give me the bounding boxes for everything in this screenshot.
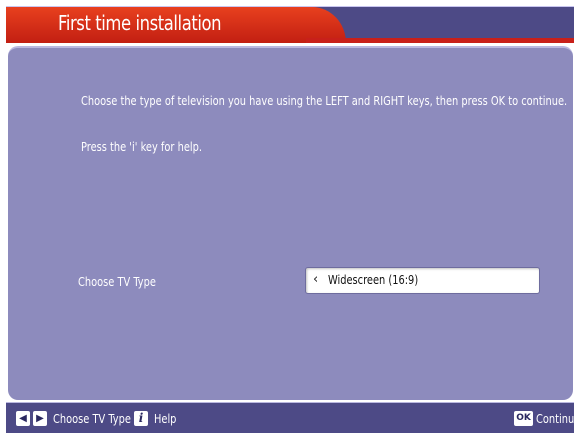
instruction-text: Choose the type of television you have u… (81, 94, 568, 108)
footer-choose-label: Choose TV Type (53, 412, 131, 426)
right-arrow-key-icon: ▶ (33, 411, 47, 426)
tv-type-selector[interactable]: ‹ Widescreen (16:9) (305, 267, 540, 294)
help-hint-text: Press the 'i' key for help. (81, 140, 202, 154)
footer-bar: ◀ ▶ Choose TV Type i Help OK Continue (6, 402, 578, 433)
tv-installation-screen: First time installation Choose the type … (0, 0, 578, 436)
tv-type-label: Choose TV Type (78, 275, 156, 289)
ok-key-icon: OK (514, 411, 533, 426)
main-panel: Choose the type of television you have u… (8, 46, 573, 400)
chevron-left-icon[interactable]: ‹ (313, 272, 318, 287)
page-title: First time installation (58, 11, 222, 35)
footer-help-label: Help (154, 412, 177, 426)
info-key-icon: i (134, 411, 148, 426)
header-bar: First time installation (6, 6, 574, 43)
tv-type-value: Widescreen (16:9) (328, 273, 419, 287)
footer-continue-label: Continue (536, 412, 578, 426)
left-arrow-key-icon: ◀ (16, 411, 30, 426)
header-red-stripe (306, 38, 574, 43)
